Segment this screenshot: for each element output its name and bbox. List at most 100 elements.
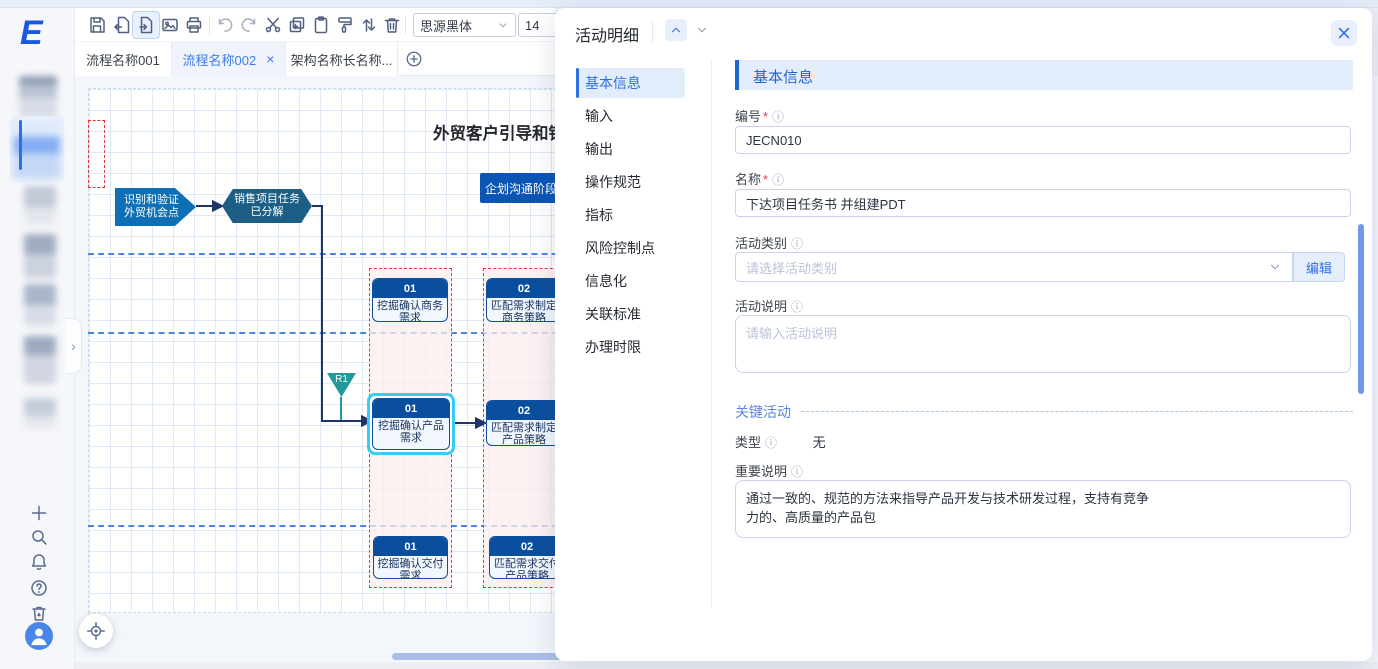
bell-icon[interactable] xyxy=(29,552,49,572)
activity-box-selected[interactable]: 01 挖掘确认产品需求 xyxy=(372,398,450,450)
redo-icon[interactable] xyxy=(239,15,259,35)
name-input[interactable] xyxy=(735,189,1351,217)
tab-bar: 流程名称001 流程名称002 × 架构名称长名称... xyxy=(75,42,555,76)
tab-process-001[interactable]: 流程名称001 xyxy=(75,42,172,76)
paste-icon[interactable] xyxy=(311,15,331,35)
sidebar-item-blurred[interactable] xyxy=(24,186,56,224)
tab-close-icon[interactable]: × xyxy=(266,51,274,67)
export-image-icon[interactable] xyxy=(160,15,180,35)
label-text: 活动说明 xyxy=(735,299,787,314)
export-file-icon[interactable] xyxy=(136,15,156,35)
activity-label: 挖掘确认交付需求 xyxy=(374,556,447,579)
header-divider xyxy=(652,21,653,43)
activity-num: 02 xyxy=(490,537,564,556)
key-activity-title: 关键活动 xyxy=(735,402,791,422)
save-icon[interactable] xyxy=(87,15,107,35)
info-icon: ⓘ xyxy=(772,110,784,124)
nav-item-informatization[interactable]: 信息化 xyxy=(585,271,627,291)
note-textarea[interactable]: 通过一致的、规范的方法来指导产品开发与技术研发过程，支持有竞争 力的、高质量的产… xyxy=(735,480,1351,538)
activity-detail-panel: 活动明细 基本信息 输入 输出 操作规范 指标 风险控制点 信息化 关联标准 办… xyxy=(555,8,1372,661)
cut-icon[interactable] xyxy=(263,15,283,35)
stage-label: 企划沟通阶段 xyxy=(485,180,557,197)
sidebar-active-indicator xyxy=(19,120,22,170)
nav-item-output[interactable]: 输出 xyxy=(585,139,613,159)
stage-box[interactable]: 企划沟通阶段 xyxy=(480,173,562,203)
activity-box[interactable]: 01 挖掘确认交付需求 xyxy=(373,536,448,579)
activity-label: 挖掘确认产品需求 xyxy=(373,418,449,446)
app-sidebar: E xyxy=(0,8,75,669)
font-size-value: 14 xyxy=(525,18,539,33)
sync-icon[interactable] xyxy=(359,15,379,35)
nav-item-input[interactable]: 输入 xyxy=(585,106,613,126)
search-icon[interactable] xyxy=(29,527,49,547)
add-icon[interactable] xyxy=(29,503,49,523)
panel-scrollbar[interactable] xyxy=(1358,224,1364,394)
tab-label: 架构名称长名称... xyxy=(291,50,393,69)
label-text: 活动类别 xyxy=(735,236,787,251)
chevron-right-icon: › xyxy=(71,338,76,354)
locate-button[interactable] xyxy=(79,614,113,648)
format-brush-icon[interactable] xyxy=(335,15,355,35)
toolbar: 思源黑体 14 xyxy=(75,8,555,42)
nav-item-time-limit[interactable]: 办理时限 xyxy=(585,337,641,357)
panel-title: 活动明细 xyxy=(575,22,639,46)
info-icon: ⓘ xyxy=(772,173,784,187)
sidebar-item-blurred[interactable] xyxy=(24,398,56,428)
flow-event-hexagon[interactable]: 销售项目任务已分解 xyxy=(222,189,312,223)
category-edit-button[interactable]: 编辑 xyxy=(1293,252,1345,282)
chevron-up-icon xyxy=(669,23,683,37)
next-activity-button[interactable] xyxy=(691,19,713,41)
toolbar-separator xyxy=(209,16,210,34)
top-strip xyxy=(0,0,1378,8)
nav-item-related-standard[interactable]: 关联标准 xyxy=(585,304,641,324)
section-header-bg xyxy=(735,60,1353,90)
category-label: 活动类别 ⓘ xyxy=(735,233,803,252)
copy-icon[interactable] xyxy=(287,15,307,35)
nav-item-operation-spec[interactable]: 操作规范 xyxy=(585,172,641,192)
activity-box[interactable]: 02 匹配需求交付产品策略 xyxy=(489,536,565,579)
required-mark: * xyxy=(763,172,768,187)
prev-activity-button[interactable] xyxy=(665,19,687,41)
activity-label: 匹配需求制定产品策略 xyxy=(487,420,561,446)
activity-num: 02 xyxy=(487,401,561,420)
hexagon-label: 销售项目任务已分解 xyxy=(230,193,304,219)
nav-item-indicator[interactable]: 指标 xyxy=(585,205,613,225)
print-icon[interactable] xyxy=(184,15,204,35)
close-panel-button[interactable] xyxy=(1331,20,1357,46)
user-avatar[interactable] xyxy=(25,622,53,650)
description-textarea[interactable] xyxy=(735,315,1351,373)
r1-label: R1 xyxy=(335,374,348,385)
add-tab-icon[interactable] xyxy=(405,50,423,68)
type-label: 类型 xyxy=(735,435,761,450)
sidebar-collapse-handle[interactable]: › xyxy=(66,318,82,374)
activity-box[interactable]: 02 匹配需求制定商务策略 xyxy=(486,278,562,322)
recycle-bin-icon[interactable] xyxy=(29,603,49,623)
info-icon: ⓘ xyxy=(791,300,803,314)
category-placeholder: 请选择活动类别 xyxy=(746,258,837,277)
hexagon-label: 识别和验证外贸机会点 xyxy=(123,194,180,220)
activity-label: 挖掘确认商务需求 xyxy=(373,298,447,322)
import-file-icon[interactable] xyxy=(112,15,132,35)
tab-architecture[interactable]: 架构名称长名称... xyxy=(286,42,398,76)
font-family-select[interactable]: 思源黑体 xyxy=(413,13,516,37)
nav-item-basic-info[interactable]: 基本信息 xyxy=(585,73,641,93)
sidebar-item-blurred[interactable] xyxy=(24,284,56,326)
info-icon: ⓘ xyxy=(791,237,803,251)
delete-icon[interactable] xyxy=(382,15,402,35)
activity-box[interactable]: 02 匹配需求制定产品策略 xyxy=(486,400,562,446)
sidebar-item-blurred[interactable] xyxy=(24,234,56,278)
activity-label: 匹配需求交付产品策略 xyxy=(490,556,564,579)
number-input[interactable] xyxy=(735,126,1351,154)
category-select[interactable]: 请选择活动类别 xyxy=(735,252,1293,282)
tab-process-002-active[interactable]: 流程名称002 × xyxy=(172,42,286,76)
info-icon: ⓘ xyxy=(765,436,777,450)
sidebar-item-blurred[interactable] xyxy=(24,336,56,384)
sidebar-item-blurred[interactable] xyxy=(19,76,57,118)
undo-icon[interactable] xyxy=(215,15,235,35)
activity-num: 01 xyxy=(374,537,447,556)
name-label: 名称*ⓘ xyxy=(735,169,784,188)
nav-item-risk-control[interactable]: 风险控制点 xyxy=(585,238,655,258)
activity-box[interactable]: 01 挖掘确认商务需求 xyxy=(372,278,448,322)
app-logo: E xyxy=(20,14,41,53)
help-icon[interactable] xyxy=(29,578,49,598)
